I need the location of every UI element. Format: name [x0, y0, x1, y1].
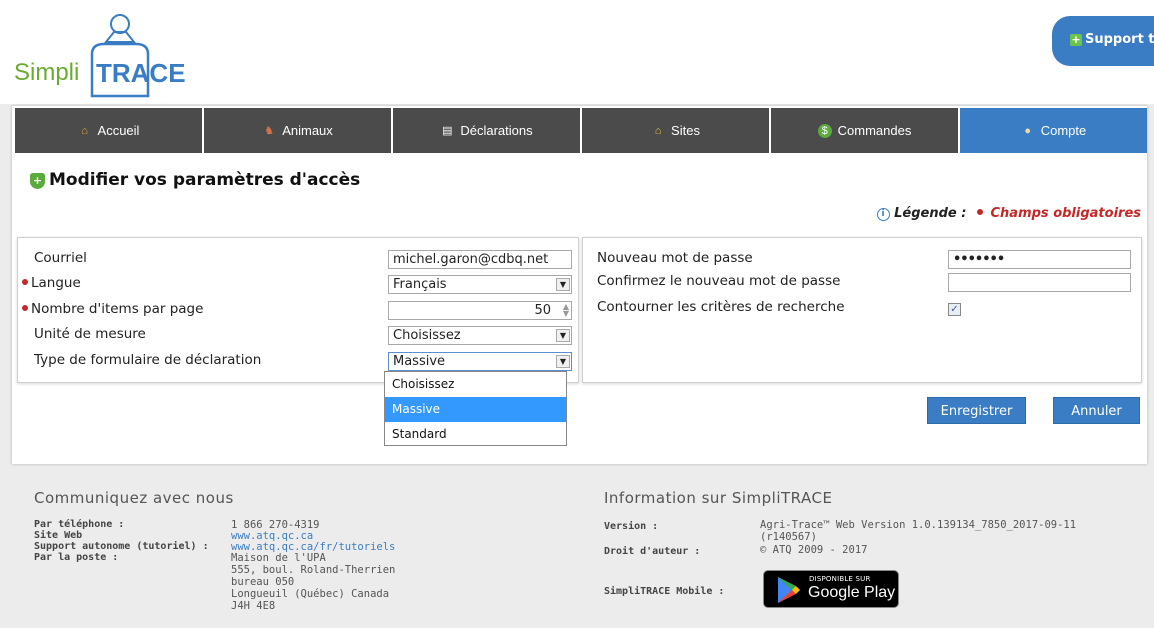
- main-panel: ⌂ Accueil ♞ Animaux ▤ Déclarations ⌂ Sites $…: [12, 106, 1147, 464]
- language-select[interactable]: Français ▼: [388, 275, 572, 294]
- footer: Communiquez avec nous Par téléphone : 1 …: [12, 470, 1147, 628]
- nav-item-animaux[interactable]: ♞ Animaux: [204, 108, 393, 153]
- mail-line: J4H 4E8: [231, 600, 276, 612]
- chevron-down-icon: ▼: [556, 329, 570, 342]
- document-icon: ▤: [442, 124, 453, 137]
- shield-icon: +: [30, 173, 45, 189]
- language-label-row: Langue: [22, 275, 81, 291]
- logo-text-simpli: Simpli: [14, 59, 79, 86]
- contact-title: Communiquez avec nous: [34, 489, 234, 507]
- email-value: michel.garon@cdbq.net: [393, 252, 549, 267]
- dropdown-option-selected[interactable]: Massive: [385, 397, 566, 422]
- new-password-value: •••••••: [953, 252, 1005, 267]
- unit-label: Unité de mesure: [34, 326, 146, 342]
- nav-label: Animaux: [282, 123, 333, 138]
- nav-item-commandes[interactable]: $ Commandes: [771, 108, 960, 153]
- legend: i Légende : Champs obligatoires: [876, 206, 1141, 221]
- mail-line: Longueuil (Québec) Canada: [231, 588, 390, 600]
- nav-item-accueil[interactable]: ⌂ Accueil: [15, 108, 204, 153]
- mail-line: Maison de l'UPA: [231, 552, 326, 564]
- items-label-row: Nombre d'items par page: [22, 301, 203, 317]
- copyright-value: © ATQ 2009 - 2017: [760, 544, 868, 556]
- bypass-criteria-checkbox[interactable]: ✓: [948, 303, 961, 316]
- gplay-big-text: Google Play: [808, 584, 896, 601]
- copyright-label: Droit d'auteur :: [604, 546, 701, 557]
- page-title-text: Modifier vos paramètres d'accès: [49, 170, 361, 190]
- chevron-down-icon: ▼: [556, 278, 570, 291]
- header: Simpli TRACE + Support t: [0, 0, 1154, 104]
- bypass-criteria-label: Contourner les critères de recherche: [597, 299, 845, 315]
- formtype-dropdown: Choisissez Massive Standard: [384, 371, 567, 446]
- language-value: Français: [393, 277, 447, 292]
- support-label: Support t: [1085, 32, 1154, 47]
- mobile-label: SimpliTRACE Mobile :: [604, 586, 725, 597]
- formtype-value: Massive: [393, 354, 446, 369]
- required-dot-icon: [976, 209, 983, 215]
- version-value: Agri-Trace™ Web Version 1.0.139134_7850_…: [760, 519, 1077, 531]
- spinner-icon[interactable]: ▲ ▼: [563, 303, 569, 318]
- account-settings-box: Courriel michel.garon@cdbq.net Langue Fr…: [17, 237, 579, 383]
- save-label: Enregistrer: [940, 404, 1013, 419]
- unit-value: Choisissez: [393, 328, 461, 343]
- mail-label: Par la poste :: [34, 552, 119, 563]
- items-per-page-stepper[interactable]: 50 ▲ ▼: [388, 301, 572, 320]
- new-password-field[interactable]: •••••••: [948, 250, 1131, 269]
- main-nav: ⌂ Accueil ♞ Animaux ▤ Déclarations ⌂ Sites $…: [15, 108, 1147, 153]
- dropdown-option[interactable]: Standard: [385, 422, 566, 447]
- version-label: Version :: [604, 521, 659, 532]
- nav-label: Déclarations: [460, 123, 533, 138]
- nav-label: Compte: [1040, 123, 1087, 138]
- email-label: Courriel: [34, 250, 87, 266]
- save-button[interactable]: Enregistrer: [927, 397, 1026, 424]
- web-label: Site Web: [34, 530, 83, 541]
- user-icon: ●: [1024, 124, 1032, 137]
- items-per-page-value: 50: [534, 303, 551, 318]
- gplay-small-text: DISPONIBLE SUR: [809, 575, 871, 583]
- language-label: Langue: [31, 275, 81, 291]
- formtype-label: Type de formulaire de déclaration: [34, 352, 262, 368]
- simplitrace-logo[interactable]: Simpli TRACE: [14, 10, 204, 100]
- site-icon: ⌂: [654, 124, 662, 137]
- support-button[interactable]: + Support t: [1052, 16, 1154, 66]
- support-label: Support autonome (tutoriel) :: [34, 541, 209, 552]
- email-field[interactable]: michel.garon@cdbq.net: [388, 250, 572, 269]
- nav-item-sites[interactable]: ⌂ Sites: [582, 108, 771, 153]
- mail-line: 555, boul. Roland-Therrien: [231, 564, 396, 576]
- version-revision: (r140567): [760, 531, 817, 543]
- confirm-password-label: Confirmez le nouveau mot de passe: [597, 273, 841, 289]
- cancel-label: Annuler: [1071, 404, 1122, 419]
- coin-icon: $: [817, 123, 832, 138]
- nav-item-compte[interactable]: ● Compte: [960, 108, 1147, 153]
- chevron-down-icon: ▼: [556, 355, 570, 368]
- nav-item-declarations[interactable]: ▤ Déclarations: [393, 108, 582, 153]
- legend-required-text: Champs obligatoires: [990, 206, 1141, 221]
- required-dot-icon: [22, 279, 28, 285]
- unit-select[interactable]: Choisissez ▼: [388, 326, 572, 345]
- confirm-password-field[interactable]: [948, 273, 1131, 292]
- formtype-select[interactable]: Massive ▼: [388, 352, 572, 371]
- animal-icon: ♞: [264, 124, 275, 137]
- google-play-icon: [778, 577, 800, 603]
- items-per-page-label: Nombre d'items par page: [31, 301, 204, 317]
- phone-label: Par téléphone :: [34, 519, 125, 530]
- logo-text-trace: TRACE: [96, 58, 186, 88]
- info-title: Information sur SimpliTRACE: [604, 489, 833, 507]
- page-title: + Modifier vos paramètres d'accès: [30, 170, 360, 190]
- password-box: Nouveau mot de passe ••••••• Confirmez l…: [582, 237, 1142, 383]
- nav-label: Commandes: [837, 123, 912, 138]
- info-icon: i: [876, 208, 890, 221]
- new-password-label: Nouveau mot de passe: [597, 250, 753, 266]
- google-play-badge[interactable]: DISPONIBLE SUR Google Play: [763, 570, 899, 608]
- mail-line: bureau 050: [231, 576, 295, 588]
- dropdown-option[interactable]: Choisissez: [385, 372, 566, 397]
- plus-icon: +: [1070, 33, 1082, 46]
- nav-label: Accueil: [97, 123, 140, 138]
- required-dot-icon: [22, 305, 28, 311]
- legend-label: Légende :: [894, 206, 967, 221]
- nav-label: Sites: [671, 123, 700, 138]
- home-icon: ⌂: [81, 124, 88, 137]
- cancel-button[interactable]: Annuler: [1053, 397, 1140, 424]
